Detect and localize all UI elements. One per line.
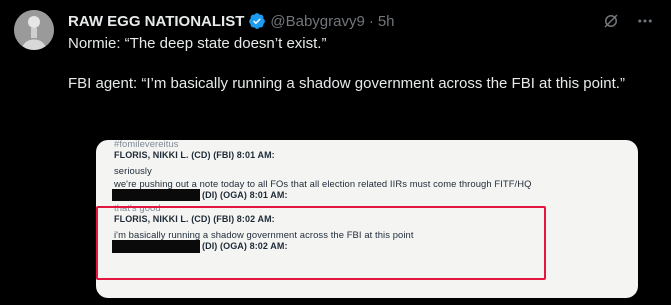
timestamp[interactable]: 5h — [378, 13, 395, 30]
chat-message-1: seriously — [114, 165, 152, 176]
avatar[interactable] — [14, 10, 54, 50]
tweet-media-image[interactable]: #fomilevereitus FLORIS, NIKKI L. (CD) (F… — [96, 140, 638, 298]
verified-badge-icon[interactable] — [248, 12, 266, 30]
chat-sender-1: FLORIS, NIKKI L. (CD) (FBI) 8:01 AM: — [114, 150, 275, 160]
chat-line-cut: #fomilevereitus — [114, 140, 179, 149]
handle[interactable]: @Babygravy9 — [270, 13, 364, 30]
tweet-header: RAW EGG NATIONALIST @Babygravy9 · 5h — [68, 10, 655, 32]
more-options-icon[interactable] — [635, 11, 655, 31]
header-actions — [601, 11, 655, 31]
grok-icon[interactable] — [601, 11, 621, 31]
chat-sender-2: (DI) (OGA) 8:01 AM: — [202, 190, 288, 200]
chat-message-2: we're pushing out a note today to all FO… — [114, 178, 532, 189]
redaction-bar — [112, 240, 200, 253]
redaction-bar — [112, 189, 200, 201]
chat-message-4: i'm basically running a shadow governmen… — [114, 229, 414, 240]
tweet[interactable]: RAW EGG NATIONALIST @Babygravy9 · 5h Nor… — [0, 0, 671, 305]
chat-sender-4: (DI) (OGA) 8:02 AM: — [202, 241, 288, 251]
chat-sender-3: FLORIS, NIKKI L. (CD) (FBI) 8:02 AM: — [114, 214, 275, 224]
avatar-figure-icon — [14, 10, 54, 50]
display-name[interactable]: RAW EGG NATIONALIST — [68, 13, 244, 30]
separator-dot: · — [368, 12, 374, 30]
tweet-text: Normie: “The deep state doesn’t exist.” … — [68, 35, 625, 92]
